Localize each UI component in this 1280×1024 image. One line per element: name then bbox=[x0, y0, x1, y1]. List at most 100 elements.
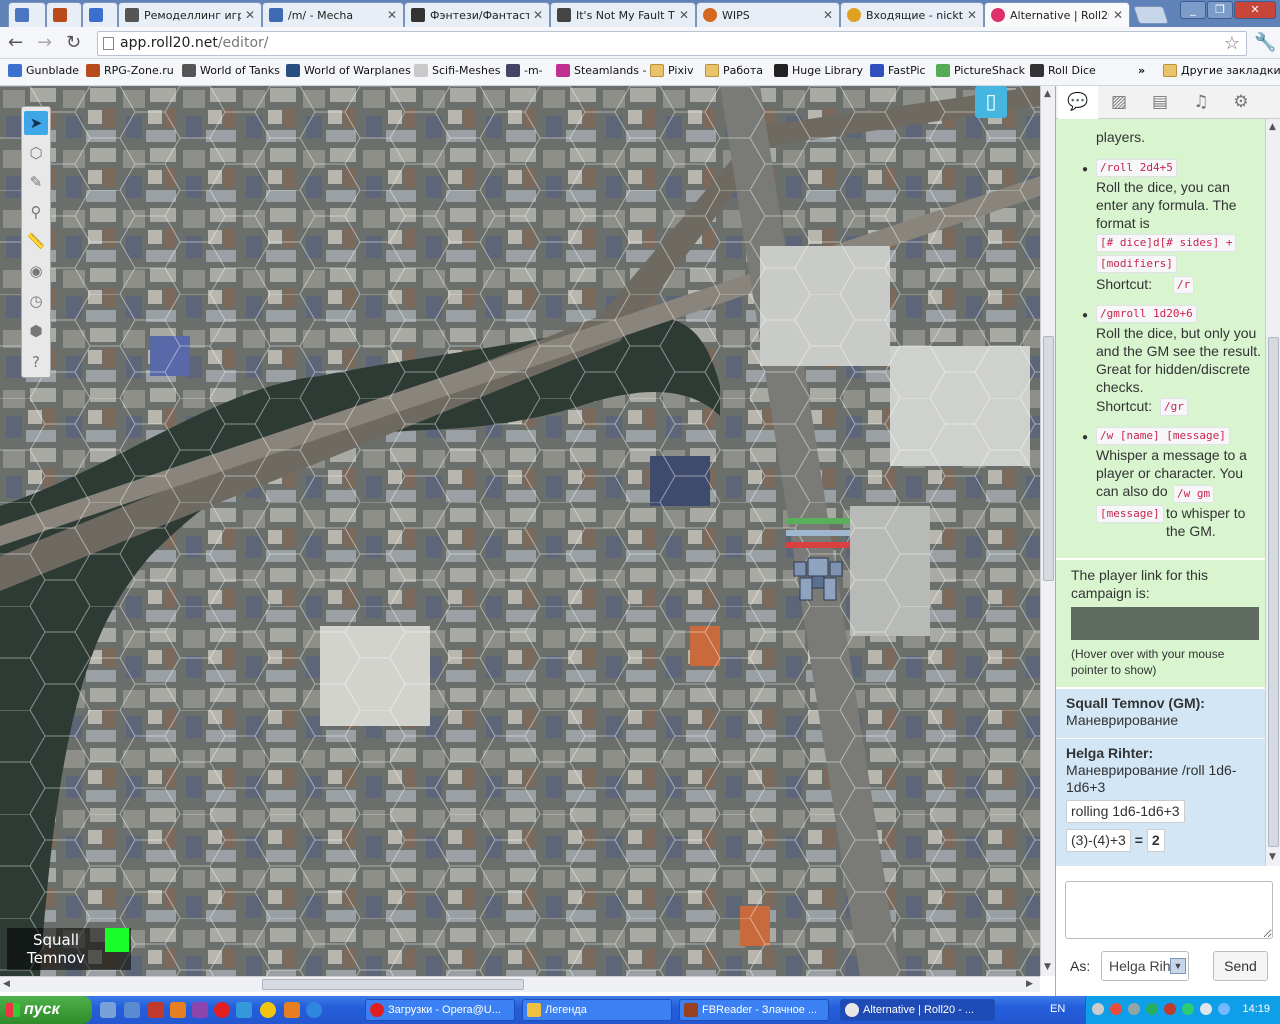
settings-gear-icon[interactable]: ⚙ bbox=[1221, 86, 1261, 119]
other-bookmarks[interactable]: Другие закладки bbox=[1163, 64, 1280, 77]
bookmarks-overflow[interactable]: » bbox=[1138, 64, 1145, 77]
speak-as-select[interactable]: Helga Rihte ▼ bbox=[1101, 951, 1189, 981]
wrench-icon[interactable]: 🔧 bbox=[1254, 32, 1276, 53]
tab-fantasy[interactable]: Фэнтези/Фантасти ✕ bbox=[404, 2, 550, 27]
map-vertical-scrollbar[interactable]: ▲ ▼ bbox=[1040, 86, 1055, 976]
dice-icon[interactable]: ⬢ bbox=[24, 319, 48, 343]
bookmark-huge-library[interactable]: Huge Library bbox=[774, 64, 863, 77]
chat-input[interactable] bbox=[1065, 881, 1273, 939]
jukebox-icon[interactable]: ♫ bbox=[1181, 86, 1221, 119]
minimize-button[interactable]: _ bbox=[1180, 1, 1206, 19]
chat-scrollbar[interactable]: ▲ ▼ bbox=[1265, 119, 1280, 866]
bookmark-scifi[interactable]: Scifi-Meshes bbox=[414, 64, 500, 77]
bookmark-rpgzone[interactable]: RPG-Zone.ru bbox=[86, 64, 174, 77]
map-canvas[interactable] bbox=[0, 86, 1040, 976]
tray-icon[interactable] bbox=[1092, 1003, 1104, 1015]
task-opera[interactable]: Загрузки - Opera@U... bbox=[365, 999, 515, 1021]
reload-icon[interactable]: ↻ bbox=[66, 33, 81, 53]
scroll-up-icon[interactable]: ▲ bbox=[1044, 89, 1051, 99]
network-icon[interactable] bbox=[1218, 1003, 1230, 1015]
close-icon[interactable]: ✕ bbox=[967, 8, 977, 22]
tab-inbox[interactable]: Входящие - nickts ✕ bbox=[840, 2, 984, 27]
close-icon[interactable]: ✕ bbox=[387, 8, 397, 22]
draw-brush-icon[interactable]: ✎ bbox=[24, 170, 48, 194]
select-pointer-icon[interactable]: ➤ bbox=[24, 111, 48, 135]
quicklaunch-icon[interactable] bbox=[148, 1002, 164, 1018]
bookmark-folder-pixiv[interactable]: Pixiv bbox=[650, 64, 694, 77]
close-icon[interactable]: ✕ bbox=[533, 8, 543, 22]
close-icon[interactable]: ✕ bbox=[1113, 8, 1123, 22]
help-icon[interactable]: ? bbox=[24, 350, 48, 374]
scroll-thumb[interactable] bbox=[262, 979, 524, 990]
bookmark-pictureshack[interactable]: PictureShack bbox=[936, 64, 1025, 77]
close-window-button[interactable]: ✕ bbox=[1234, 1, 1276, 19]
close-icon[interactable]: ✕ bbox=[823, 8, 833, 22]
tab-remodeling[interactable]: Ремоделлинг игро ✕ bbox=[118, 2, 262, 27]
map-horizontal-scrollbar[interactable]: ◀ ▶ bbox=[0, 976, 1040, 992]
scroll-thumb[interactable] bbox=[1268, 337, 1279, 847]
opera-icon[interactable] bbox=[214, 1002, 230, 1018]
chat-bubble-icon[interactable]: 💬 bbox=[1058, 86, 1098, 119]
close-icon[interactable]: ✕ bbox=[679, 8, 689, 22]
tab-pinned-2[interactable] bbox=[46, 2, 82, 27]
tab-roll20-active[interactable]: Alternative | Roll20 ✕ bbox=[984, 2, 1130, 27]
bookmark-steamlands[interactable]: Steamlands - bbox=[556, 64, 646, 77]
tray-icon[interactable] bbox=[1128, 1003, 1140, 1015]
show-desktop-icon[interactable] bbox=[100, 1002, 116, 1018]
tab-not-my-fault[interactable]: It's Not My Fault Th ✕ bbox=[550, 2, 696, 27]
start-button[interactable]: пуск bbox=[0, 996, 92, 1024]
mech-token[interactable] bbox=[786, 518, 850, 610]
scroll-down-icon[interactable]: ▼ bbox=[1269, 852, 1276, 862]
bookmark-wowp[interactable]: World of Warplanes bbox=[286, 64, 411, 77]
page-toolbar-icon[interactable]: ▯ bbox=[975, 86, 1007, 118]
turn-tracker-clock-icon[interactable]: ◷ bbox=[24, 289, 48, 313]
send-button[interactable]: Send bbox=[1213, 951, 1268, 981]
new-tab-button[interactable] bbox=[1133, 6, 1169, 24]
tab-mecha[interactable]: /m/ - Mecha ✕ bbox=[262, 2, 404, 27]
player-link-hidden[interactable] bbox=[1071, 607, 1259, 640]
tab-wips[interactable]: WIPS ✕ bbox=[696, 2, 840, 27]
bookmark-folder-work[interactable]: Работа bbox=[705, 64, 763, 77]
language-indicator[interactable]: EN bbox=[1050, 1003, 1065, 1015]
fog-eye-icon[interactable]: ◉ bbox=[24, 259, 48, 283]
tab-pinned-1[interactable] bbox=[8, 2, 46, 27]
quicklaunch-icon[interactable] bbox=[236, 1002, 252, 1018]
layers-cube-icon[interactable]: ⬡ bbox=[24, 141, 48, 165]
tab-pinned-3[interactable] bbox=[82, 2, 118, 27]
bookmark-gunblade[interactable]: Gunblade bbox=[8, 64, 79, 77]
bookmark-wot[interactable]: World of Tanks bbox=[182, 64, 280, 77]
address-bar[interactable]: app.roll20.net/editor/ ☆ bbox=[97, 31, 1247, 56]
quicklaunch-icon[interactable] bbox=[192, 1002, 208, 1018]
forward-icon[interactable]: → bbox=[37, 33, 52, 53]
art-library-icon[interactable]: ▨ bbox=[1099, 86, 1139, 119]
scroll-up-icon[interactable]: ▲ bbox=[1269, 122, 1276, 132]
volume-icon[interactable] bbox=[1200, 1003, 1212, 1015]
back-icon[interactable]: ← bbox=[8, 33, 23, 53]
tray-icon[interactable] bbox=[1146, 1003, 1158, 1015]
scroll-down-icon[interactable]: ▼ bbox=[1044, 962, 1051, 972]
tray-icon[interactable] bbox=[1164, 1003, 1176, 1015]
journal-icon[interactable]: ▤ bbox=[1140, 86, 1180, 119]
bookmark-m[interactable]: -m- bbox=[506, 64, 543, 77]
tray-icon[interactable] bbox=[1110, 1003, 1122, 1015]
scroll-left-icon[interactable]: ◀ bbox=[3, 979, 10, 989]
quicklaunch-icon[interactable] bbox=[170, 1002, 186, 1018]
maximize-button[interactable]: ❐ bbox=[1207, 1, 1233, 19]
chrome-icon[interactable] bbox=[260, 1002, 276, 1018]
quicklaunch-icon[interactable] bbox=[124, 1002, 140, 1018]
task-legend[interactable]: Легенда bbox=[522, 999, 672, 1021]
player-color-swatch[interactable] bbox=[105, 928, 129, 952]
scroll-right-icon[interactable]: ▶ bbox=[1026, 979, 1033, 989]
tray-icon[interactable] bbox=[1182, 1003, 1194, 1015]
quicklaunch-icon[interactable] bbox=[284, 1002, 300, 1018]
scroll-thumb[interactable] bbox=[1043, 336, 1054, 581]
ie-icon[interactable] bbox=[306, 1002, 322, 1018]
bookmark-roll-dice[interactable]: Roll Dice bbox=[1030, 64, 1096, 77]
task-roll20-chrome[interactable]: Alternative | Roll20 - ... bbox=[840, 999, 995, 1021]
close-icon[interactable]: ✕ bbox=[245, 8, 255, 22]
ruler-icon[interactable]: 📏 bbox=[24, 229, 48, 253]
zoom-icon[interactable]: ⚲ bbox=[24, 200, 48, 224]
task-fbreader[interactable]: FBReader - Злачное ... bbox=[679, 999, 829, 1021]
bookmark-fastpic[interactable]: FastPic bbox=[870, 64, 926, 77]
bookmark-star-icon[interactable]: ☆ bbox=[1224, 32, 1240, 55]
